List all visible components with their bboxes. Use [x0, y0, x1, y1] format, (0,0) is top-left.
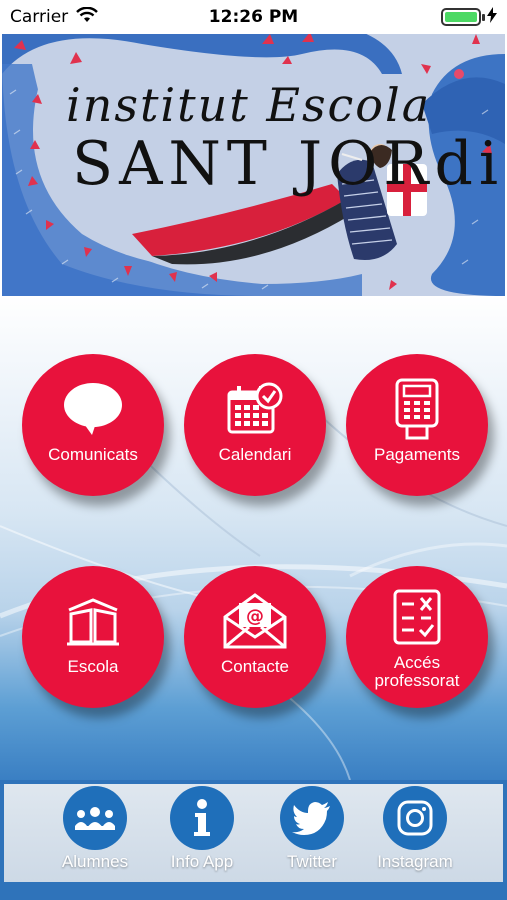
calendar-icon: [227, 378, 283, 440]
comunicats-button[interactable]: Comunicats: [22, 354, 164, 496]
tab-twitter[interactable]: Twitter: [262, 786, 362, 872]
charging-icon: [487, 7, 497, 27]
book-icon: [65, 590, 121, 652]
pagaments-button[interactable]: Pagaments: [346, 354, 488, 496]
comunicats-label: Comunicats: [48, 445, 138, 464]
tab-twitter-label: Twitter: [286, 852, 338, 871]
payment-terminal-icon: [394, 378, 440, 440]
contacte-button[interactable]: @ Contacte: [184, 566, 326, 708]
tab-alumnes-label: Alumnes: [61, 852, 129, 871]
calendari-button[interactable]: Calendari: [184, 354, 326, 496]
status-bar: Carrier 12:26 PM: [0, 0, 507, 34]
school-banner: institut Escola SANT JORdi: [2, 34, 505, 296]
envelope-icon: @: [223, 590, 287, 652]
bottom-tab-bar: Alumnes Info App Twitter Instagram: [0, 780, 507, 900]
banner-title-line2: SANT JORdi: [72, 129, 505, 199]
acces-professorat-label: Accés professorat: [374, 653, 460, 690]
info-icon: [170, 786, 234, 850]
instagram-icon: [383, 786, 447, 850]
checklist-icon: [392, 586, 442, 648]
tab-info-app[interactable]: Info App: [152, 786, 252, 872]
tab-info-app-label: Info App: [170, 852, 234, 871]
tab-instagram[interactable]: Instagram: [365, 786, 465, 872]
status-time: 12:26 PM: [208, 7, 299, 27]
escola-label: Escola: [67, 657, 119, 676]
acces-professorat-button[interactable]: Accés professorat: [346, 566, 488, 708]
svg-text:@: @: [246, 606, 264, 627]
banner-title-line1: institut Escola: [66, 78, 432, 132]
main-menu-area: Comunicats Calendari Pagaments Escola @ …: [0, 296, 507, 780]
wifi-icon: [76, 6, 98, 28]
students-icon: [63, 786, 127, 850]
contacte-label: Contacte: [220, 657, 290, 676]
tab-instagram-label: Instagram: [377, 852, 453, 871]
carrier-label: Carrier: [10, 7, 69, 27]
twitter-icon: [280, 786, 344, 850]
escola-button[interactable]: Escola: [22, 566, 164, 708]
battery-icon: [441, 8, 485, 26]
tab-alumnes[interactable]: Alumnes: [45, 786, 145, 872]
speech-bubble-icon: [62, 378, 124, 440]
pagaments-label: Pagaments: [374, 445, 460, 464]
calendari-label: Calendari: [218, 445, 292, 464]
